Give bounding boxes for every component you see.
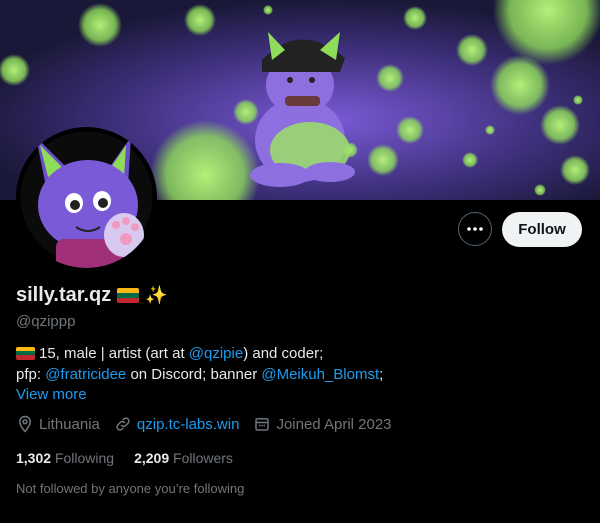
location-text: Lithuania: [39, 415, 100, 433]
bio-line-2: pfp: @fratricidee on Discord; banner @Me…: [16, 364, 586, 385]
bio-line-1: 15, male | artist (art at @qzipie) and c…: [16, 343, 586, 364]
sparkles-emoji: ✨: [145, 285, 168, 306]
followers-stat[interactable]: 2,209 Followers: [134, 450, 233, 466]
joined-date: Joined April 2023: [253, 415, 392, 433]
profile-meta: Lithuania qzip.tc-labs.win Joined April …: [16, 415, 392, 433]
lithuania-flag-emoji: [16, 346, 35, 360]
more-dots-icon: [467, 227, 483, 231]
bio-text: ) and coder;: [243, 345, 324, 362]
follow-button[interactable]: Follow: [502, 212, 582, 247]
website[interactable]: qzip.tc-labs.win: [114, 415, 240, 433]
mention-link[interactable]: @qzipie: [189, 345, 243, 362]
website-link[interactable]: qzip.tc-labs.win: [137, 416, 240, 433]
link-icon: [116, 417, 130, 431]
joined-text: Joined April 2023: [276, 415, 392, 433]
lithuania-flag-emoji: [117, 288, 140, 303]
view-more-link[interactable]: View more: [16, 386, 87, 403]
following-stat[interactable]: 1,302 Following: [16, 450, 114, 466]
handle: @qzippp: [16, 313, 76, 330]
calendar-icon: [255, 418, 270, 431]
followers-label: Followers: [173, 450, 233, 466]
location: Lithuania: [16, 415, 100, 433]
followers-count: 2,209: [134, 450, 170, 466]
follow-stats: 1,302 Following 2,209 Followers: [16, 450, 233, 466]
bio-text: on Discord; banner: [126, 366, 262, 383]
bio-text: pfp:: [16, 366, 46, 383]
name-row: silly.tar.qz ✨: [16, 284, 168, 307]
avatar[interactable]: [16, 127, 157, 268]
more-options-button[interactable]: [458, 212, 492, 246]
mention-link[interactable]: @Meikuh_Blomst: [261, 366, 379, 383]
following-label: Following: [54, 450, 115, 466]
not-followed-notice: Not followed by anyone you’re following: [16, 481, 245, 496]
bio-text: 15, male | artist (art at: [39, 345, 189, 362]
display-name: silly.tar.qz: [16, 284, 112, 306]
map-pin-icon: [18, 415, 32, 433]
bio-text: ;: [379, 366, 384, 383]
avatar-artwork: [20, 131, 153, 268]
bio: 15, male | artist (art at @qzipie) and c…: [16, 343, 586, 385]
mention-link[interactable]: @fratricidee: [45, 366, 126, 383]
following-count: 1,302: [16, 450, 52, 466]
